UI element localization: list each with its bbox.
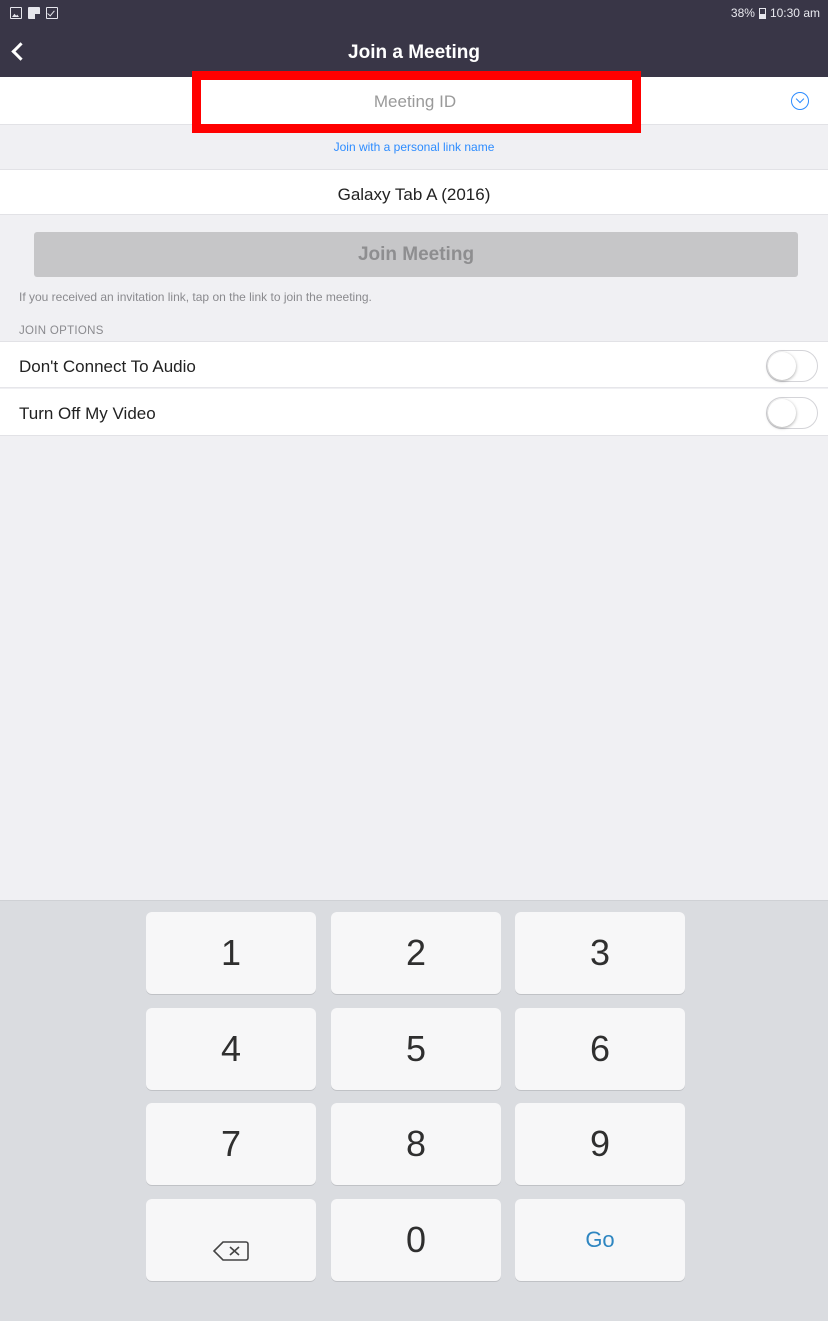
key-8[interactable]: 8	[331, 1103, 501, 1185]
key-1[interactable]: 1	[146, 912, 316, 994]
key-7[interactable]: 7	[146, 1103, 316, 1185]
key-3[interactable]: 3	[515, 912, 685, 994]
option-row-audio: Don't Connect To Audio	[0, 341, 828, 388]
key-6[interactable]: 6	[515, 1008, 685, 1090]
nav-bar: Join a Meeting	[0, 28, 828, 77]
video-toggle[interactable]	[766, 397, 818, 429]
backspace-key[interactable]	[146, 1199, 316, 1281]
key-0[interactable]: 0	[331, 1199, 501, 1281]
key-4[interactable]: 4	[146, 1008, 316, 1090]
clock: 10:30 am	[769, 6, 820, 20]
display-name-field[interactable]: Galaxy Tab A (2016)	[0, 185, 828, 205]
battery-icon	[758, 7, 766, 19]
go-key[interactable]: Go	[515, 1199, 685, 1281]
meeting-id-input[interactable]	[200, 81, 630, 123]
key-5[interactable]: 5	[331, 1008, 501, 1090]
gallery-notification-icon	[10, 7, 22, 19]
key-9[interactable]: 9	[515, 1103, 685, 1185]
note-notification-icon	[28, 7, 40, 19]
chevron-down-circle-icon[interactable]	[791, 92, 809, 110]
invitation-hint: If you received an invitation link, tap …	[19, 290, 372, 304]
join-meeting-button[interactable]: Join Meeting	[34, 232, 798, 277]
display-name-row[interactable]: Galaxy Tab A (2016)	[0, 169, 828, 215]
page-title: Join a Meeting	[348, 42, 480, 63]
join-options-header: JOIN OPTIONS	[19, 325, 104, 337]
battery-percent: 38%	[730, 6, 755, 20]
notification-icons	[10, 7, 58, 19]
audio-toggle[interactable]	[766, 350, 818, 382]
numeric-keypad: 1 2 3 4 5 6 7 8 9 0 Go	[0, 900, 828, 1321]
checkbox-notification-icon	[46, 7, 58, 19]
option-label-audio: Don't Connect To Audio	[19, 357, 196, 376]
status-bar: 38% 10:30 am	[0, 0, 828, 28]
meeting-id-row	[0, 77, 828, 125]
key-2[interactable]: 2	[331, 912, 501, 994]
option-row-video: Turn Off My Video	[0, 389, 828, 436]
status-right: 38% 10:30 am	[731, 6, 820, 20]
personal-link-button[interactable]: Join with a personal link name	[0, 140, 828, 154]
backspace-icon	[212, 1229, 250, 1261]
option-label-video: Turn Off My Video	[19, 404, 156, 423]
